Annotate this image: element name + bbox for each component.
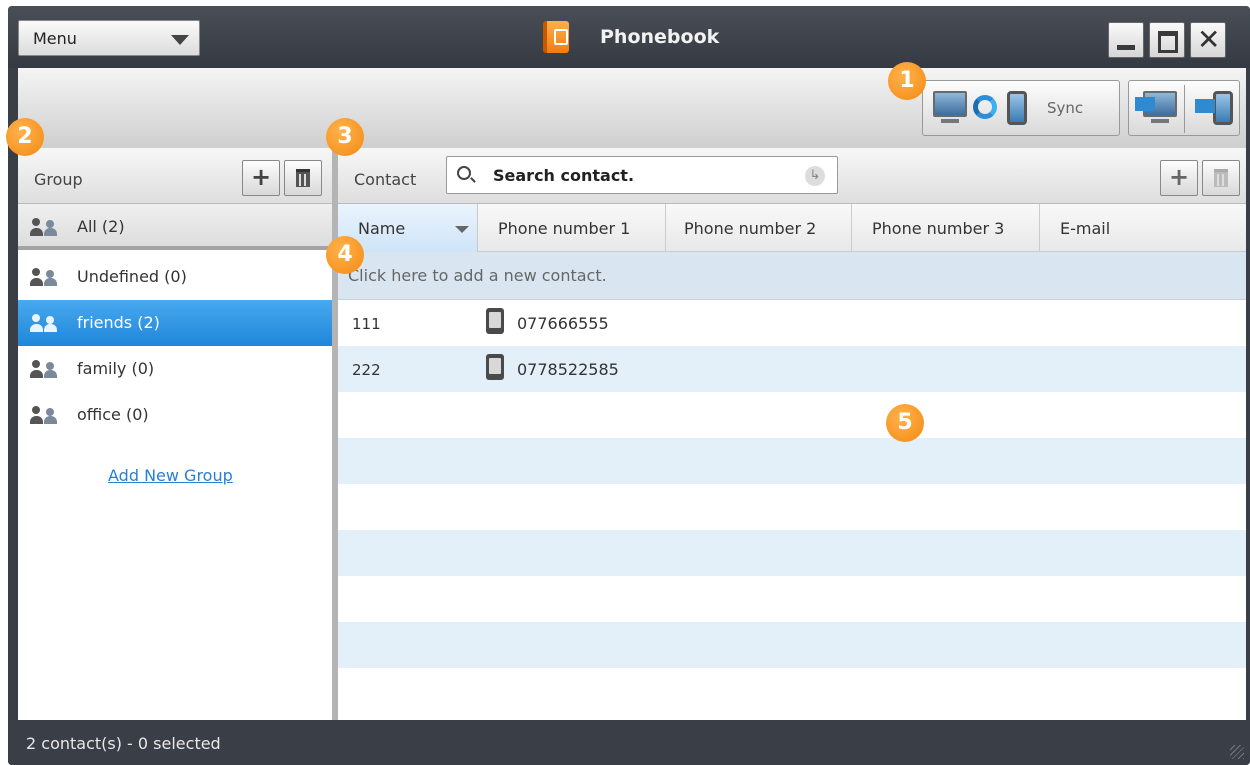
group-item-friends[interactable]: friends (2)	[18, 300, 332, 346]
resize-grip-icon[interactable]	[1230, 745, 1244, 759]
group-header: Group +	[18, 148, 332, 204]
callout-marker: 4	[326, 236, 364, 274]
contact-header: Contact Search contact. ↳ +	[338, 148, 1246, 204]
people-icon	[30, 218, 60, 236]
table-row[interactable]: 111 077666555	[338, 300, 1246, 346]
group-label: Undefined (0)	[77, 267, 187, 286]
column-label: Phone number 2	[684, 219, 817, 238]
group-item-all[interactable]: All (2)	[18, 204, 332, 250]
people-icon	[30, 268, 60, 286]
contact-panel: Contact Search contact. ↳ + Name Phone n…	[338, 148, 1246, 720]
export-to-phone-button[interactable]	[1185, 81, 1241, 137]
people-icon	[30, 360, 60, 378]
column-label: Phone number 1	[498, 219, 631, 238]
contact-table-header: Name Phone number 1 Phone number 2 Phone…	[338, 204, 1246, 252]
mobile-phone-icon	[486, 308, 504, 334]
search-placeholder: Search contact.	[493, 166, 635, 185]
callout-marker: 5	[886, 404, 924, 442]
phone-icon	[1213, 91, 1233, 125]
transfer-buttons	[1128, 80, 1240, 136]
contact-name: 222	[352, 361, 381, 379]
contact-header-label: Contact	[354, 170, 417, 189]
sync-button[interactable]: Sync	[922, 80, 1120, 136]
empty-row	[338, 392, 1246, 438]
add-contact-row[interactable]: Click here to add a new contact.	[338, 252, 1246, 300]
people-icon	[30, 406, 60, 424]
main-toolbar: Sync	[18, 68, 1246, 148]
group-label: All (2)	[77, 217, 125, 236]
phone-icon	[1007, 91, 1027, 125]
arrow-right-icon	[1135, 97, 1155, 111]
search-input[interactable]: Search contact. ↳	[446, 156, 838, 194]
delete-group-button[interactable]	[284, 160, 322, 196]
chevron-down-icon	[171, 35, 189, 45]
column-header-phone1[interactable]: Phone number 1	[478, 204, 666, 252]
column-header-phone2[interactable]: Phone number 2	[666, 204, 852, 252]
contact-table-body: 111 077666555 222 0778522585	[338, 300, 1246, 720]
search-go-icon[interactable]: ↳	[805, 166, 825, 186]
callout-marker: 2	[6, 118, 44, 156]
group-label: family (0)	[77, 359, 155, 378]
plus-icon: +	[250, 163, 272, 191]
plus-icon: +	[1168, 163, 1190, 191]
arrow-right-icon	[1195, 99, 1215, 113]
table-row[interactable]: 222 0778522585	[338, 346, 1246, 392]
window-title: Phonebook	[600, 26, 720, 48]
group-header-label: Group	[34, 170, 83, 189]
empty-row	[338, 438, 1246, 484]
maximize-button[interactable]	[1149, 22, 1185, 58]
sync-icon	[973, 95, 997, 119]
import-to-computer-button[interactable]	[1129, 81, 1184, 137]
empty-row	[338, 622, 1246, 668]
mobile-phone-icon	[486, 354, 504, 380]
column-header-phone3[interactable]: Phone number 3	[852, 204, 1040, 252]
column-label: E-mail	[1060, 219, 1111, 238]
group-panel: Group + All (2) Undefined (0) friends (2…	[18, 148, 332, 720]
trash-icon	[296, 169, 310, 187]
group-label: office (0)	[77, 405, 149, 424]
column-header-email[interactable]: E-mail	[1040, 204, 1246, 252]
contact-phone1: 0778522585	[517, 360, 619, 379]
add-new-group-link[interactable]: Add New Group	[108, 466, 233, 485]
close-icon: ✕	[1197, 23, 1221, 56]
empty-row	[338, 576, 1246, 622]
empty-row	[338, 484, 1246, 530]
title-bar: Menu Phonebook ✕	[8, 6, 1250, 68]
contact-name: 111	[352, 315, 381, 333]
empty-row	[338, 668, 1246, 714]
phonebook-app-icon	[543, 21, 569, 53]
computer-icon	[933, 91, 967, 123]
people-icon	[30, 314, 60, 332]
status-text: 2 contact(s) - 0 selected	[26, 734, 221, 753]
menu-label: Menu	[33, 29, 77, 48]
group-label: friends (2)	[77, 313, 160, 332]
minimize-button[interactable]	[1108, 22, 1144, 58]
column-label: Name	[358, 219, 406, 238]
add-contact-row-text: Click here to add a new contact.	[348, 266, 607, 285]
column-label: Phone number 3	[872, 219, 1005, 238]
add-contact-button[interactable]: +	[1160, 160, 1198, 196]
phonebook-window: Menu Phonebook ✕ Sync Group + All (2) Un…	[8, 6, 1250, 765]
empty-row	[338, 530, 1246, 576]
callout-marker: 3	[326, 118, 364, 156]
contact-phone1: 077666555	[517, 314, 609, 333]
trash-icon	[1214, 169, 1228, 187]
search-icon	[457, 166, 471, 180]
sync-label: Sync	[1047, 99, 1084, 117]
group-item-family[interactable]: family (0)	[18, 346, 332, 392]
delete-contact-button[interactable]	[1202, 160, 1240, 196]
group-item-office[interactable]: office (0)	[18, 392, 332, 438]
status-bar: 2 contact(s) - 0 selected	[8, 720, 1250, 765]
sort-down-icon	[455, 226, 469, 233]
callout-marker: 1	[888, 62, 926, 100]
menu-dropdown[interactable]: Menu	[18, 20, 200, 56]
add-group-button[interactable]: +	[242, 160, 280, 196]
group-item-undefined[interactable]: Undefined (0)	[18, 254, 332, 300]
close-button[interactable]: ✕	[1190, 22, 1226, 58]
